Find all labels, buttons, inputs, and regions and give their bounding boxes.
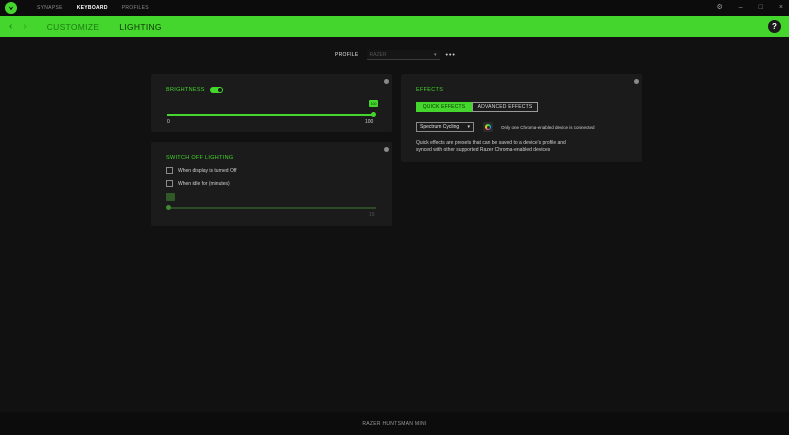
idle-checkbox[interactable] [166, 180, 173, 187]
minimize-icon[interactable]: – [739, 3, 743, 13]
maximize-icon[interactable]: □ [759, 3, 763, 13]
info-icon[interactable] [634, 79, 639, 84]
idle-slider-thumb [166, 205, 171, 210]
brightness-slider-thumb[interactable] [371, 112, 376, 117]
chevron-down-icon: ▾ [467, 124, 470, 130]
tab-advanced-effects[interactable]: ADVANCED EFFECTS [472, 102, 538, 112]
sub-header: ‹ › CUSTOMIZE LIGHTING ? [0, 16, 789, 37]
top-nav-keyboard[interactable]: KEYBOARD [77, 5, 108, 11]
idle-minutes-input [166, 193, 175, 201]
chevron-down-icon: ▾ [433, 51, 437, 58]
chroma-ring-icon [485, 124, 491, 130]
razer-logo-icon[interactable] [5, 2, 17, 14]
profile-value: RAZER [369, 51, 387, 58]
window-controls: ⚙ – □ × [716, 3, 783, 13]
display-off-checkbox[interactable] [166, 167, 173, 174]
chroma-studio-icon[interactable] [483, 122, 493, 132]
display-off-label: When display is turned Off [178, 168, 237, 174]
top-nav-synapse[interactable]: SYNAPSE [37, 5, 63, 11]
idle-label: When idle for (minutes) [178, 181, 230, 187]
brightness-min-label: 0 [167, 119, 170, 125]
tab-quick-effects[interactable]: QUICK EFFECTS [416, 102, 472, 112]
device-name: RAZER HUNTSMAN MINI [362, 420, 427, 427]
settings-icon[interactable]: ⚙ [716, 3, 722, 13]
effects-tabs: QUICK EFFECTS ADVANCED EFFECTS [416, 102, 538, 112]
device-footer: RAZER HUNTSMAN MINI [0, 412, 789, 435]
switch-off-title: SWITCH OFF LIGHTING [166, 155, 234, 161]
top-nav-profiles[interactable]: PROFILES [122, 5, 149, 11]
tab-lighting[interactable]: LIGHTING [119, 22, 162, 32]
switch-off-lighting-panel: SWITCH OFF LIGHTING When display is turn… [151, 142, 392, 226]
info-icon[interactable] [384, 147, 389, 152]
title-bar: SYNAPSE KEYBOARD PROFILES ⚙ – □ × [0, 0, 789, 16]
help-icon[interactable]: ? [768, 20, 781, 33]
effects-description: Quick effects are presets that can be sa… [416, 140, 616, 153]
effects-description-line-2: synced with other supported Razer Chroma… [416, 146, 551, 153]
brightness-title: BRIGHTNESS [166, 87, 205, 93]
brightness-max-label: 100 [365, 119, 374, 125]
effects-panel: EFFECTS QUICK EFFECTS ADVANCED EFFECTS S… [401, 74, 642, 162]
effect-dropdown[interactable]: Spectrum Cycling ▾ [416, 122, 474, 132]
back-arrow-icon[interactable]: ‹ [9, 21, 12, 32]
effect-dropdown-value: Spectrum Cycling [420, 124, 460, 130]
brightness-slider-track[interactable] [167, 114, 374, 116]
profile-dropdown[interactable]: RAZER ▾ [366, 50, 440, 60]
top-nav: SYNAPSE KEYBOARD PROFILES [37, 5, 149, 11]
device-note: Only one Chroma-enabled device is connec… [501, 125, 595, 130]
profile-label: PROFILE [335, 52, 359, 58]
brightness-value-bubble: 100 [369, 100, 378, 107]
effects-title: EFFECTS [416, 87, 444, 93]
more-options-icon[interactable]: ••• [446, 52, 456, 59]
tab-customize[interactable]: CUSTOMIZE [47, 22, 100, 32]
idle-max-label: 15 [369, 212, 375, 218]
idle-slider-track [167, 207, 376, 209]
brightness-toggle[interactable] [210, 87, 223, 93]
forward-arrow-icon[interactable]: › [23, 21, 26, 32]
profile-row: PROFILE RAZER ▾ ••• [335, 50, 456, 60]
close-icon[interactable]: × [779, 3, 783, 13]
info-icon[interactable] [384, 79, 389, 84]
brightness-panel: BRIGHTNESS 100 0 100 [151, 74, 392, 132]
